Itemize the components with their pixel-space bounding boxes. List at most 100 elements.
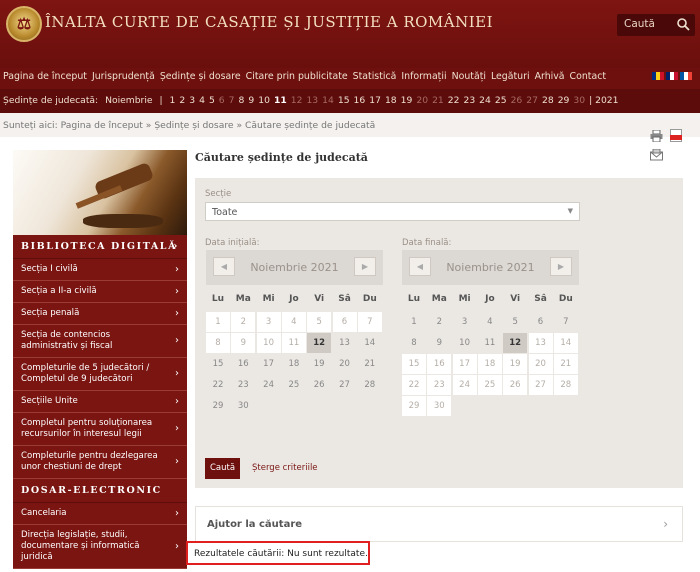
calendar-day[interactable]: 6 [529, 312, 553, 332]
calendar-day[interactable]: 30 [427, 396, 452, 416]
calendar-day[interactable]: 26 [503, 375, 528, 395]
next-month-button[interactable]: ▶ [354, 257, 376, 276]
hearing-day-link[interactable]: 7 [229, 95, 235, 106]
calendar-day[interactable]: 20 [528, 354, 553, 374]
calendar-day[interactable]: 16 [231, 354, 255, 374]
nav-item[interactable]: Legături [491, 71, 530, 82]
hearing-day-link[interactable]: 23 [463, 95, 475, 106]
calendar-day[interactable]: 9 [231, 333, 256, 353]
hearing-day-link[interactable]: 11 [274, 95, 287, 106]
calendar-day[interactable]: 11 [281, 333, 306, 353]
calendar-day[interactable]: 21 [358, 354, 382, 374]
hearing-day-link[interactable]: 3 [189, 95, 195, 106]
hearing-day-link[interactable]: 27 [526, 95, 538, 106]
nav-item[interactable]: Informații [401, 71, 446, 82]
calendar-day[interactable]: 8 [402, 333, 426, 353]
sidebar-heading[interactable]: BIBLIOTECA DIGITALĂ › [13, 235, 187, 259]
calendar-day[interactable]: 17 [452, 354, 477, 374]
sidebar-item[interactable]: Completul pentru soluționarea recursuril… [13, 413, 187, 446]
calendar-day[interactable]: 9 [427, 333, 451, 353]
calendar-day[interactable]: 20 [333, 354, 357, 374]
calendar-day[interactable]: 24 [452, 375, 477, 395]
hearing-day-link[interactable]: 10 [258, 95, 270, 106]
calendar-day[interactable]: 13 [528, 333, 553, 353]
calendar-day[interactable]: 2 [231, 312, 256, 332]
calendar-day[interactable]: 12 [307, 333, 332, 353]
hearing-day-link[interactable]: 24 [479, 95, 491, 106]
calendar-day[interactable]: 15 [402, 354, 426, 374]
hearing-day-link[interactable]: 29 [558, 95, 570, 106]
hearing-day-link[interactable]: 6 [219, 95, 225, 106]
calendar-day[interactable]: 29 [206, 396, 230, 416]
calendar-day[interactable]: 14 [553, 333, 578, 353]
hearing-day-link[interactable]: 13 [306, 95, 318, 106]
sidebar-item[interactable]: Secția penală › [13, 303, 187, 325]
next-month-button[interactable]: ▶ [550, 257, 572, 276]
nav-item[interactable]: Noutăți [452, 71, 486, 82]
hearings-year[interactable]: | 2021 [589, 95, 618, 106]
ro-flag-icon[interactable] [652, 72, 664, 80]
calendar-day[interactable]: 23 [427, 375, 452, 395]
calendar-day[interactable]: 19 [503, 354, 528, 374]
calendar-day[interactable]: 13 [333, 333, 357, 353]
calendar-day[interactable]: 15 [206, 354, 230, 374]
sidebar-item[interactable]: Direcția legislație, studii, documentare… [13, 525, 187, 569]
hearing-day-link[interactable]: 25 [495, 95, 507, 106]
nav-item[interactable]: Statistică [353, 71, 397, 82]
calendar-day[interactable]: 4 [478, 312, 502, 332]
calendar-day[interactable]: 18 [282, 354, 306, 374]
sidebar-item[interactable]: Completurile de 5 judecători / Completul… [13, 358, 187, 391]
hearing-day-link[interactable]: 8 [239, 95, 245, 106]
hearing-day-link[interactable]: 20 [416, 95, 428, 106]
section-select[interactable]: Toate ▼ [205, 202, 580, 221]
calendar-day[interactable]: 8 [206, 333, 230, 353]
search-box[interactable]: Caută [617, 14, 695, 36]
calendar-day[interactable]: 7 [357, 312, 382, 332]
calendar-day[interactable]: 12 [503, 333, 528, 353]
calendar-day[interactable]: 17 [257, 354, 281, 374]
calendar-day[interactable]: 27 [333, 375, 357, 395]
sidebar-heading[interactable]: DOSAR-ELECTRONIC [13, 479, 187, 503]
email-icon[interactable] [650, 148, 663, 161]
calendar-day[interactable]: 10 [256, 333, 281, 353]
calendar-day[interactable]: 26 [307, 375, 331, 395]
search-button[interactable]: Caută [205, 458, 240, 479]
calendar-day[interactable]: 5 [503, 312, 527, 332]
calendar-day[interactable]: 1 [402, 312, 426, 332]
calendar-day[interactable]: 28 [358, 375, 382, 395]
calendar-day[interactable]: 25 [477, 375, 502, 395]
hearing-day-link[interactable]: 21 [432, 95, 444, 106]
hearing-day-link[interactable]: 4 [199, 95, 205, 106]
calendar-day[interactable]: 19 [307, 354, 331, 374]
pdf-icon[interactable] [670, 129, 683, 142]
hearing-day-link[interactable]: 14 [322, 95, 334, 106]
hearing-day-link[interactable]: 30 [573, 95, 585, 106]
calendar-day[interactable]: 23 [231, 375, 255, 395]
calendar-day[interactable]: 2 [427, 312, 451, 332]
sidebar-item[interactable]: Secția de contencios administrativ și fi… [13, 325, 187, 358]
sidebar-item[interactable]: Secția a II-a civilă › [13, 281, 187, 303]
print-icon[interactable] [650, 129, 663, 143]
calendar-day[interactable]: 16 [427, 354, 452, 374]
hearing-day-link[interactable]: 5 [209, 95, 215, 106]
nav-item[interactable]: Contact [570, 71, 606, 82]
hearing-day-link[interactable]: 19 [401, 95, 413, 106]
search-help-panel[interactable]: Ajutor la căutare › [195, 506, 683, 542]
calendar-day[interactable]: 27 [528, 375, 553, 395]
calendar-day[interactable]: 29 [402, 396, 426, 416]
calendar-day[interactable]: 14 [358, 333, 382, 353]
hearing-day-link[interactable]: 16 [354, 95, 366, 106]
calendar-day[interactable]: 18 [477, 354, 502, 374]
uk-flag-icon[interactable] [666, 72, 678, 80]
calendar-day[interactable]: 5 [307, 312, 332, 332]
fr-flag-icon[interactable] [680, 72, 692, 80]
calendar-day[interactable]: 10 [453, 333, 477, 353]
sidebar-item[interactable]: Completurile pentru dezlegarea unor ches… [13, 446, 187, 479]
calendar-day[interactable]: 22 [402, 375, 426, 395]
hearings-month[interactable]: Noiembrie [105, 95, 152, 106]
calendar-day[interactable]: 21 [553, 354, 578, 374]
calendar-day[interactable]: 6 [332, 312, 357, 332]
hearing-day-link[interactable]: 18 [385, 95, 397, 106]
nav-item[interactable]: Ședințe și dosare [160, 71, 241, 82]
nav-item[interactable]: Pagina de început [3, 71, 87, 82]
